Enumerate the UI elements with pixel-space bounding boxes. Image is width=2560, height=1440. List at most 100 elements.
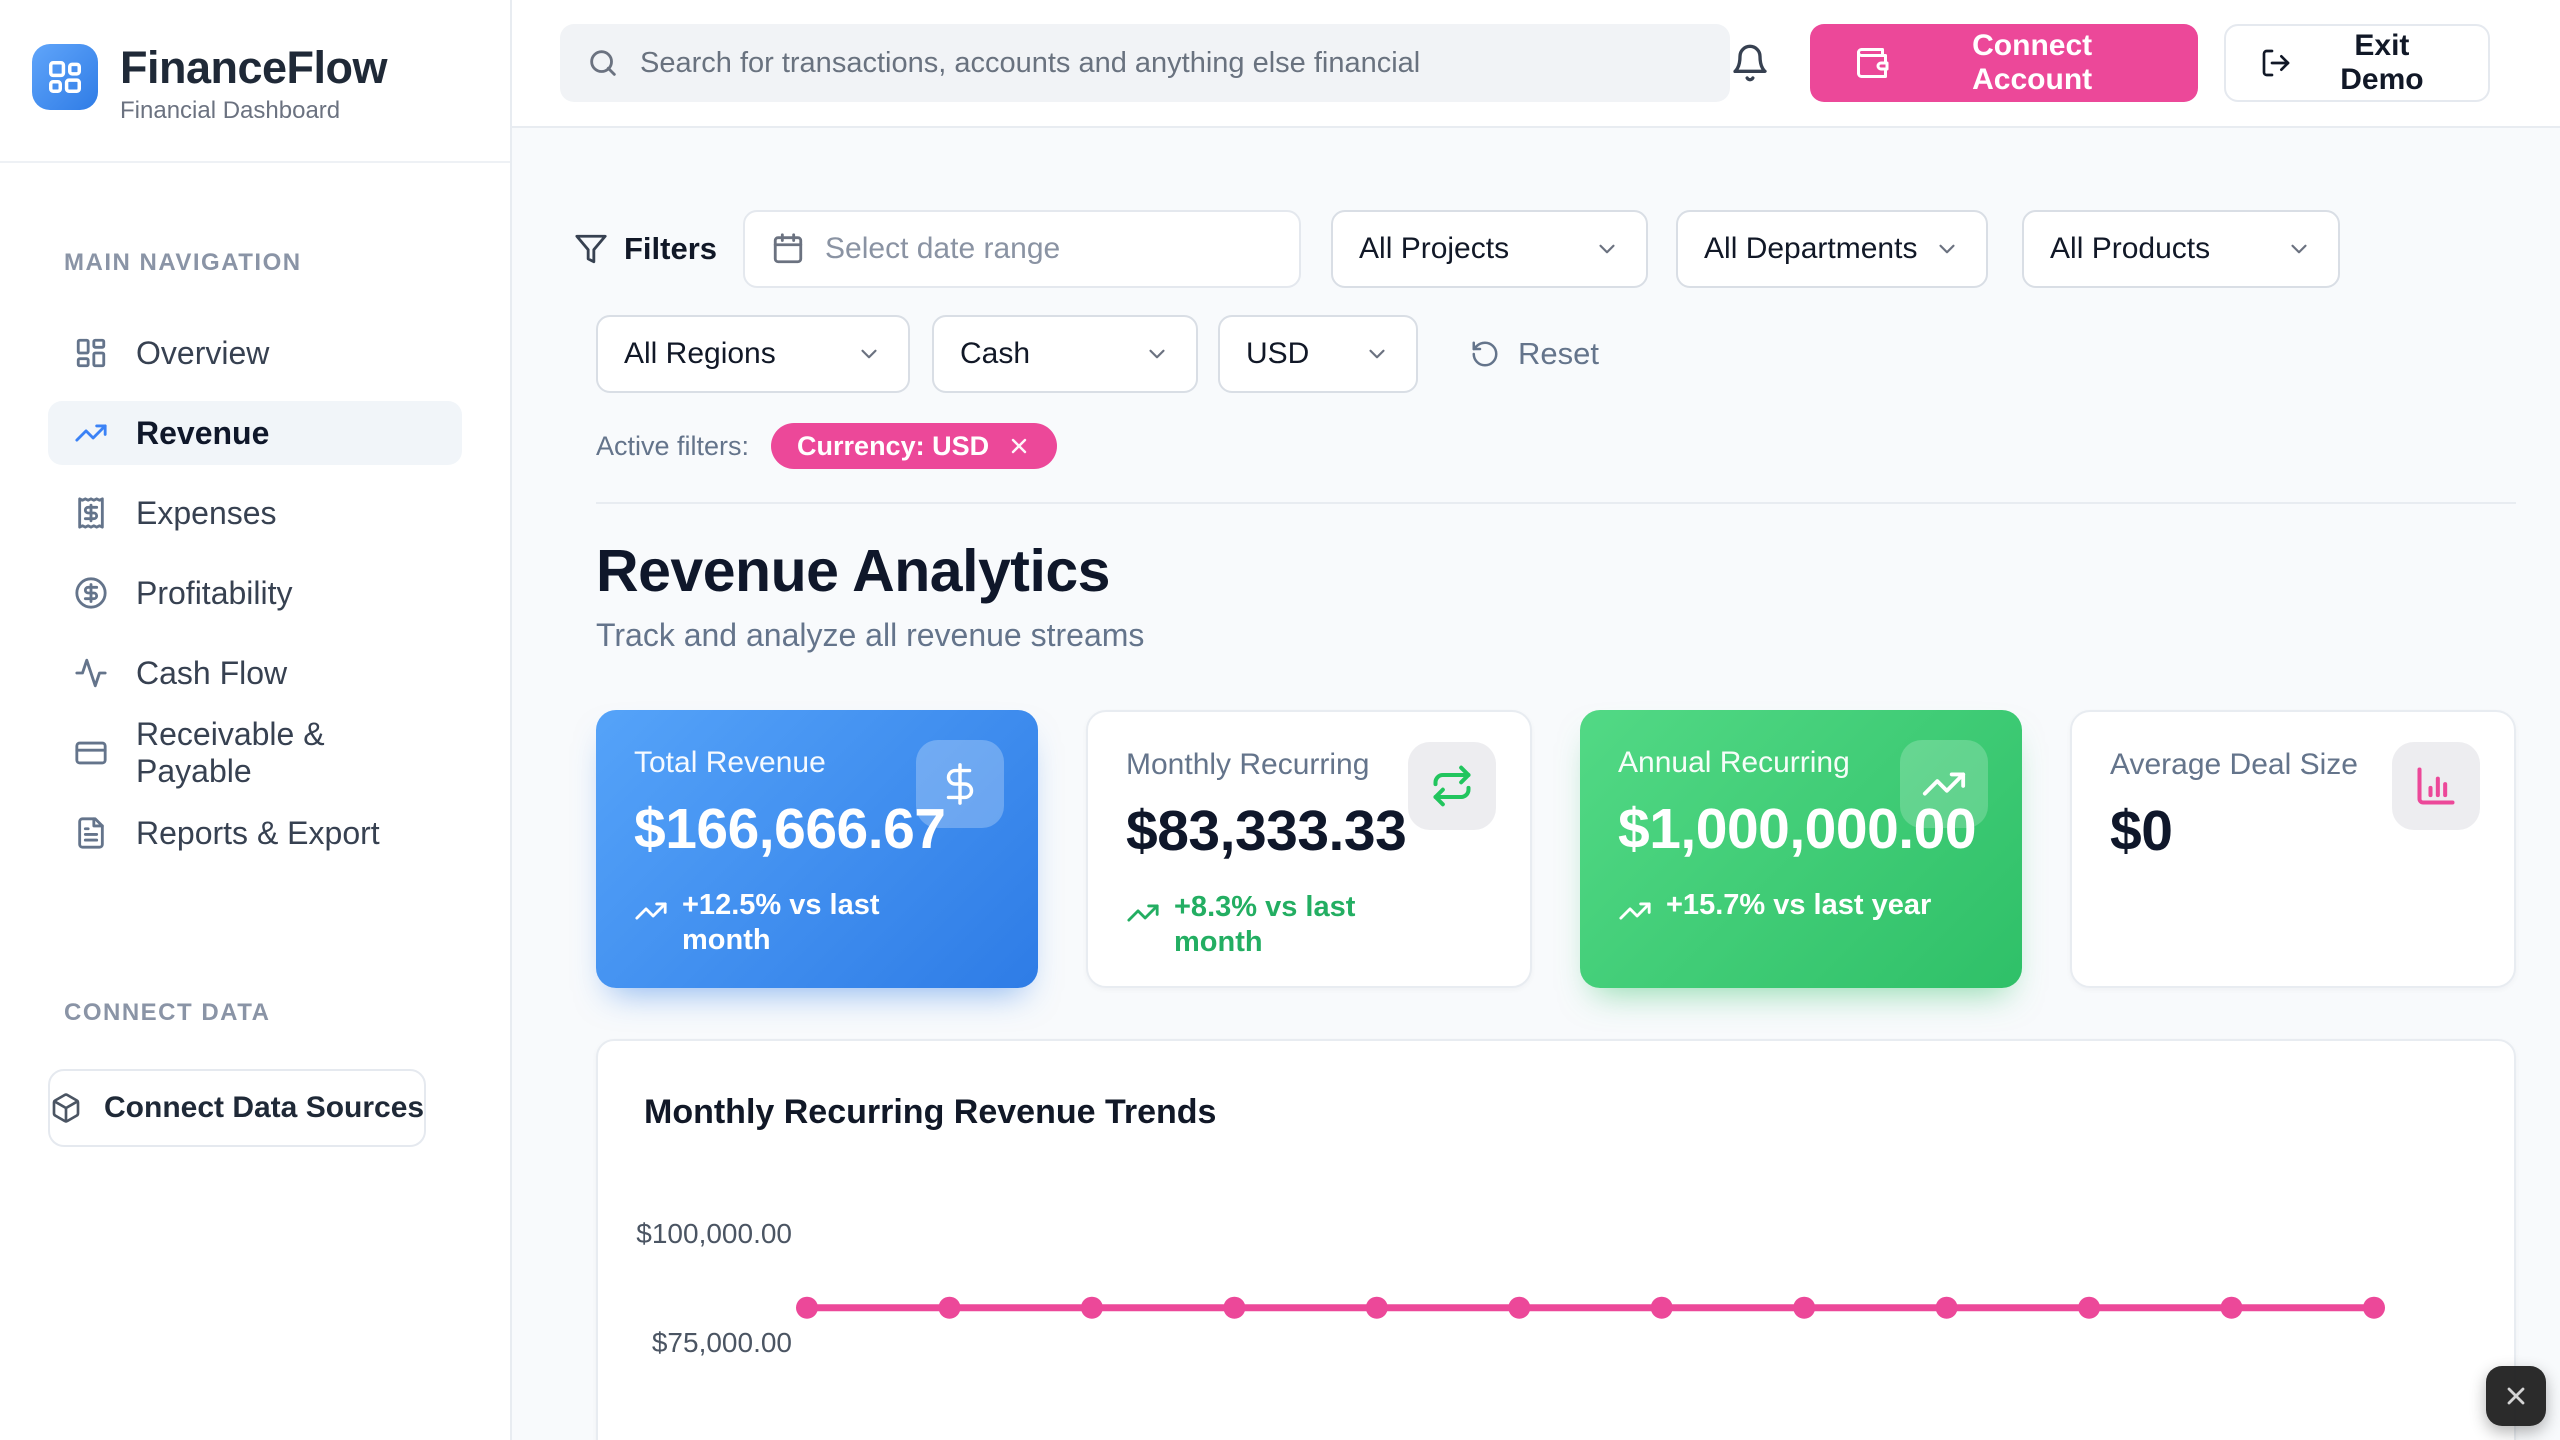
sidebar-item-label: Reports & Export: [136, 815, 380, 852]
regions-select-value: All Regions: [624, 337, 776, 371]
page-title: Revenue Analytics: [596, 537, 2516, 605]
connect-data-label: CONNECT DATA: [64, 999, 510, 1027]
dollar-icon: [916, 740, 1004, 828]
trending-up-icon: [74, 416, 108, 450]
regions-select[interactable]: All Regions: [596, 315, 910, 393]
line-chart-point: [1508, 1297, 1530, 1319]
connect-data-sources-label: Connect Data Sources: [104, 1091, 424, 1125]
file-text-icon: [74, 816, 108, 850]
sidebar-item-revenue[interactable]: Revenue: [48, 401, 462, 465]
brand-tagline: Financial Dashboard: [120, 97, 387, 125]
stat-trend: +8.3% vs last month: [1126, 890, 1492, 961]
stat-trend-text: +8.3% vs last month: [1174, 890, 1389, 961]
main-navigation: Overview Revenue Expenses Profitability …: [0, 321, 510, 865]
chevron-down-icon: [1144, 341, 1170, 367]
exit-demo-button[interactable]: Exit Demo: [2224, 24, 2490, 102]
activity-icon: [74, 656, 108, 690]
stat-card-monthly-recurring: Monthly Recurring $83,333.33 +8.3% vs la…: [1086, 710, 1532, 988]
reset-label: Reset: [1518, 336, 1599, 372]
trending-up-icon: [634, 888, 668, 928]
line-chart-point: [2078, 1297, 2100, 1319]
stat-trend: +15.7% vs last year: [1618, 888, 1984, 928]
rotate-ccw-icon: [1470, 339, 1500, 369]
filter-funnel-icon: [574, 232, 608, 266]
logout-icon: [2260, 47, 2292, 79]
sidebar-item-receivable-payable[interactable]: Receivable & Payable: [48, 721, 462, 785]
payment-method-select-value: Cash: [960, 337, 1030, 371]
connect-account-label: Connect Account: [1910, 29, 2153, 97]
line-chart-point: [939, 1297, 961, 1319]
search-bar: [560, 24, 1730, 102]
sidebar-item-label: Profitability: [136, 575, 293, 612]
brand: FinanceFlow Financial Dashboard: [0, 0, 510, 163]
filters-label: Filters: [624, 231, 717, 267]
exit-demo-label: Exit Demo: [2310, 29, 2454, 97]
projects-select[interactable]: All Projects: [1331, 210, 1648, 288]
search-input[interactable]: [640, 47, 1704, 80]
stat-card-annual-recurring: Annual Recurring $1,000,000.00 +15.7% vs…: [1580, 710, 2022, 988]
departments-select[interactable]: All Departments: [1676, 210, 1988, 288]
stat-trend-text: +12.5% vs last month: [682, 888, 897, 959]
app-root: FinanceFlow Financial Dashboard MAIN NAV…: [0, 0, 2560, 1440]
box-icon: [50, 1092, 82, 1124]
active-filter-chip-label: Currency: USD: [797, 431, 989, 462]
connect-data-sources-button[interactable]: Connect Data Sources: [48, 1069, 426, 1147]
sidebar-item-cash-flow[interactable]: Cash Flow: [48, 641, 462, 705]
products-select-value: All Products: [2050, 232, 2210, 266]
currency-select[interactable]: USD: [1218, 315, 1418, 393]
notifications-bell-icon[interactable]: [1730, 43, 1770, 83]
brand-text: FinanceFlow Financial Dashboard: [120, 44, 387, 125]
line-chart-point: [1081, 1297, 1103, 1319]
stat-trend-text: +15.7% vs last year: [1666, 888, 1931, 923]
remove-filter-x-icon[interactable]: [1007, 434, 1031, 458]
sidebar-item-label: Overview: [136, 335, 269, 372]
content: Filters All Projects All Departments All…: [512, 128, 2560, 1440]
departments-select-value: All Departments: [1704, 232, 1917, 266]
date-range-input[interactable]: [825, 232, 1273, 266]
connect-account-button[interactable]: Connect Account: [1810, 24, 2197, 102]
date-range-field: [743, 210, 1301, 288]
line-chart-point: [1651, 1297, 1673, 1319]
chevron-down-icon: [1364, 341, 1390, 367]
main-area: Connect Account Exit Demo Filters All: [512, 0, 2560, 1440]
sidebar-item-label: Revenue: [136, 415, 269, 452]
payment-method-select[interactable]: Cash: [932, 315, 1198, 393]
active-filter-chip-currency[interactable]: Currency: USD: [771, 423, 1057, 469]
sidebar-item-label: Cash Flow: [136, 655, 287, 692]
mrr-line-chart: [598, 1041, 2516, 1440]
currency-select-value: USD: [1246, 337, 1309, 371]
line-chart-point: [2363, 1297, 2385, 1319]
bar-chart-icon: [2392, 742, 2480, 830]
stat-trend: +12.5% vs last month: [634, 888, 1000, 959]
filters-title: Filters: [574, 231, 717, 267]
close-overlay-button[interactable]: [2486, 1366, 2546, 1426]
section-divider: [596, 502, 2516, 504]
receipt-icon: [74, 496, 108, 530]
chevron-down-icon: [856, 341, 882, 367]
topbar: Connect Account Exit Demo: [512, 0, 2560, 128]
sidebar-item-label: Receivable & Payable: [136, 716, 436, 790]
brand-logo-icon: [32, 44, 98, 110]
credit-card-icon: [74, 736, 108, 770]
sidebar-item-expenses[interactable]: Expenses: [48, 481, 462, 545]
sidebar-item-reports-export[interactable]: Reports & Export: [48, 801, 462, 865]
sidebar-item-overview[interactable]: Overview: [48, 321, 462, 385]
trending-up-icon: [1900, 740, 1988, 828]
chevron-down-icon: [1594, 236, 1620, 262]
wallet-icon: [1854, 45, 1890, 81]
line-chart-point: [1223, 1297, 1245, 1319]
sidebar-item-profitability[interactable]: Profitability: [48, 561, 462, 625]
line-chart-point: [1793, 1297, 1815, 1319]
sidebar: FinanceFlow Financial Dashboard MAIN NAV…: [0, 0, 512, 1440]
mrr-trends-chart-card: Monthly Recurring Revenue Trends $100,00…: [596, 1039, 2516, 1440]
line-chart-point: [2221, 1297, 2243, 1319]
filters-row-2: All Regions Cash USD Reset: [596, 315, 2516, 393]
line-chart-point: [1366, 1297, 1388, 1319]
calendar-icon: [771, 232, 805, 266]
layout-dashboard-icon: [74, 336, 108, 370]
reset-filters-button[interactable]: Reset: [1470, 336, 1599, 372]
projects-select-value: All Projects: [1359, 232, 1509, 266]
chevron-down-icon: [1934, 236, 1960, 262]
products-select[interactable]: All Products: [2022, 210, 2340, 288]
sidebar-item-label: Expenses: [136, 495, 277, 532]
